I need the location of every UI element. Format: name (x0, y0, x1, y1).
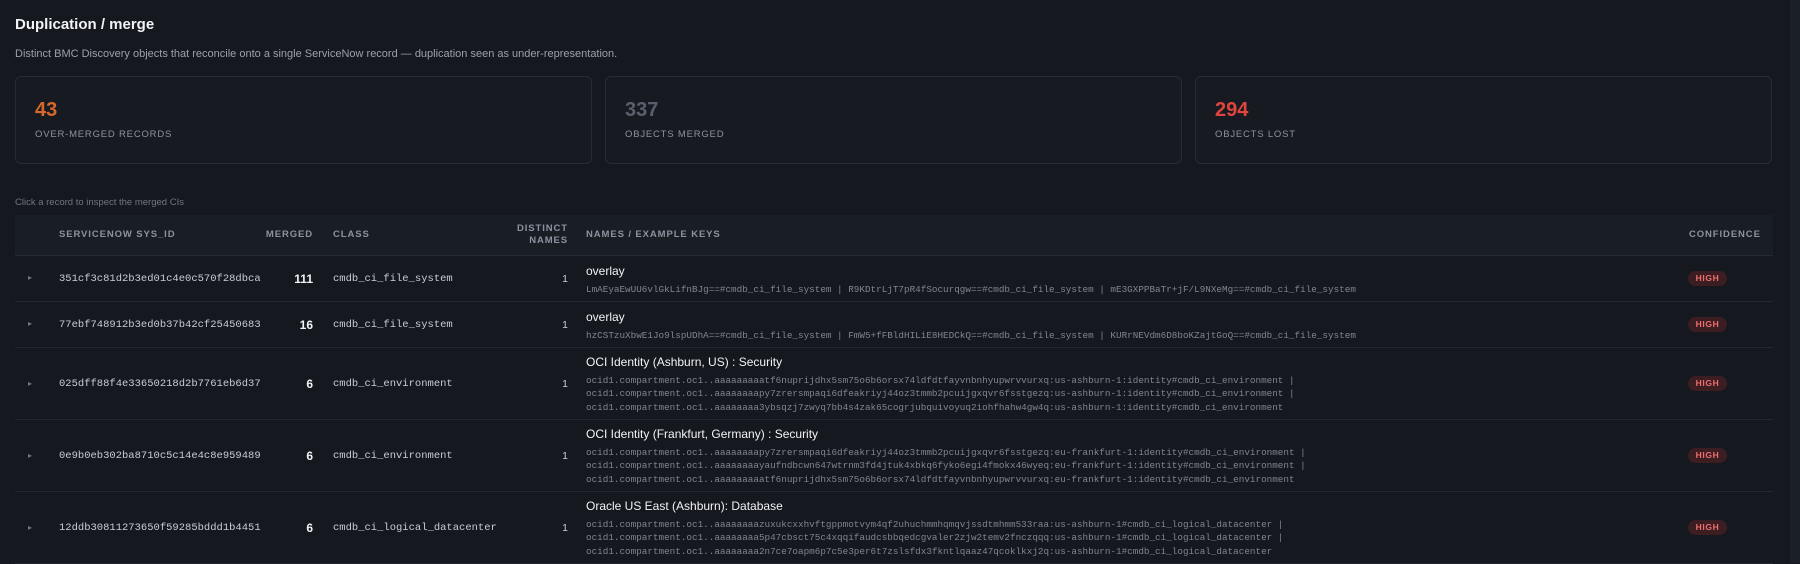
expand-caret-icon[interactable]: ▸ (28, 379, 32, 388)
confidence-badge: HIGH (1688, 448, 1727, 463)
record-name: OCI Identity (Frankfurt, Germany) : Secu… (586, 427, 819, 441)
stat-card-objects-merged: 337 OBJECTS MERGED (605, 76, 1182, 164)
sys-id-cell: 0e9b0eb302ba8710c5c14e4c8e959489 (59, 450, 261, 462)
record-name: Oracle US East (Ashburn): Database (586, 499, 783, 513)
class-cell: cmdb_ci_environment (333, 378, 453, 390)
distinct-names-cell: 1 (562, 378, 568, 390)
example-keys: ocid1.compartment.oc1..aaaaaaaazuxukcxxh… (586, 519, 1284, 557)
merged-count-cell: 16 (299, 318, 313, 332)
expand-caret-icon[interactable]: ▸ (28, 451, 32, 460)
table-hint: Click a record to inspect the merged CIs (15, 197, 184, 208)
stat-label: OVER-MERGED RECORDS (35, 129, 173, 140)
table-row[interactable]: ▸ 025dff88f4e33650218d2b7761eb6d37 6 cmd… (15, 348, 1773, 420)
class-cell: cmdb_ci_file_system (333, 319, 453, 331)
table-row[interactable]: ▸ 351cf3c81d2b3ed01c4e0c570f28dbca 111 c… (15, 256, 1773, 302)
names-cell: OCI Identity (Frankfurt, Germany) : Secu… (586, 427, 1666, 486)
example-keys: ocid1.compartment.oc1..aaaaaaaapy7zrersm… (586, 447, 1306, 485)
confidence-badge: HIGH (1688, 317, 1727, 332)
stat-label: OBJECTS LOST (1215, 129, 1296, 140)
stat-value: 43 (35, 99, 58, 121)
page-scrollbar[interactable] (1790, 0, 1800, 563)
merged-count-cell: 6 (306, 521, 313, 535)
column-header-class[interactable]: CLASS (333, 229, 370, 240)
record-name: overlay (586, 310, 625, 324)
expand-caret-icon[interactable]: ▸ (28, 319, 32, 328)
column-header-confidence[interactable]: CONFIDENCE (1689, 229, 1761, 240)
stat-value: 294 (1215, 99, 1249, 121)
column-header-distinct-line1: DISTINCT (516, 223, 568, 234)
sys-id-cell: 77ebf748912b3ed0b37b42cf25450683 (59, 319, 261, 331)
distinct-names-cell: 1 (562, 319, 568, 331)
table-row[interactable]: ▸ 12ddb30811273650f59285bddd1b4451 6 cmd… (15, 492, 1773, 564)
sys-id-cell: 351cf3c81d2b3ed01c4e0c570f28dbca (59, 273, 261, 285)
merged-count-cell: 6 (306, 377, 313, 391)
names-cell: OCI Identity (Ashburn, US) : Security oc… (586, 355, 1666, 414)
confidence-badge: HIGH (1688, 271, 1727, 286)
record-name: OCI Identity (Ashburn, US) : Security (586, 355, 783, 369)
names-cell: overlay hzCSTzuXbwE1Jo9lspUDhA==#cmdb_ci… (586, 310, 1666, 342)
page-subtitle: Distinct BMC Discovery objects that reco… (15, 48, 618, 60)
example-keys: hzCSTzuXbwE1Jo9lspUDhA==#cmdb_ci_file_sy… (586, 330, 1356, 341)
table-header: SERVICENOW SYS_ID MERGED CLASS DISTINCT … (15, 215, 1773, 256)
sys-id-cell: 12ddb30811273650f59285bddd1b4451 (59, 522, 261, 534)
example-keys: LmAEyaEwUU6vlGkLifnBJg==#cmdb_ci_file_sy… (586, 284, 1356, 295)
column-header-distinct-line2: NAMES (529, 235, 568, 246)
names-cell: Oracle US East (Ashburn): Database ocid1… (586, 499, 1666, 558)
stat-value: 337 (625, 99, 659, 121)
stat-label: OBJECTS MERGED (625, 129, 725, 140)
sys-id-cell: 025dff88f4e33650218d2b7761eb6d37 (59, 378, 261, 390)
expand-caret-icon[interactable]: ▸ (28, 273, 32, 282)
example-keys: ocid1.compartment.oc1..aaaaaaaaatf6nupri… (586, 375, 1295, 413)
confidence-badge: HIGH (1688, 376, 1727, 391)
stat-cards: 43 OVER-MERGED RECORDS 337 OBJECTS MERGE… (15, 76, 1773, 164)
distinct-names-cell: 1 (562, 522, 568, 534)
stat-card-objects-lost: 294 OBJECTS LOST (1195, 76, 1772, 164)
table-row[interactable]: ▸ 77ebf748912b3ed0b37b42cf25450683 16 cm… (15, 302, 1773, 348)
column-header-sys-id[interactable]: SERVICENOW SYS_ID (59, 229, 175, 240)
stat-card-over-merged: 43 OVER-MERGED RECORDS (15, 76, 592, 164)
record-name: overlay (586, 264, 625, 278)
class-cell: cmdb_ci_file_system (333, 273, 453, 285)
names-cell: overlay LmAEyaEwUU6vlGkLifnBJg==#cmdb_ci… (586, 264, 1666, 296)
distinct-names-cell: 1 (562, 450, 568, 462)
class-cell: cmdb_ci_logical_datacenter (333, 522, 497, 534)
merged-records-table: SERVICENOW SYS_ID MERGED CLASS DISTINCT … (15, 215, 1773, 564)
column-header-distinct-names[interactable]: DISTINCT NAMES (505, 223, 568, 247)
merged-count-cell: 111 (294, 272, 313, 286)
confidence-badge: HIGH (1688, 520, 1727, 535)
expand-caret-icon[interactable]: ▸ (28, 523, 32, 532)
merged-count-cell: 6 (306, 449, 313, 463)
distinct-names-cell: 1 (562, 273, 568, 285)
column-header-names[interactable]: NAMES / EXAMPLE KEYS (586, 229, 721, 240)
page-title: Duplication / merge (15, 16, 155, 33)
class-cell: cmdb_ci_environment (333, 450, 453, 462)
table-row[interactable]: ▸ 0e9b0eb302ba8710c5c14e4c8e959489 6 cmd… (15, 420, 1773, 492)
column-header-merged[interactable]: MERGED (245, 229, 313, 240)
